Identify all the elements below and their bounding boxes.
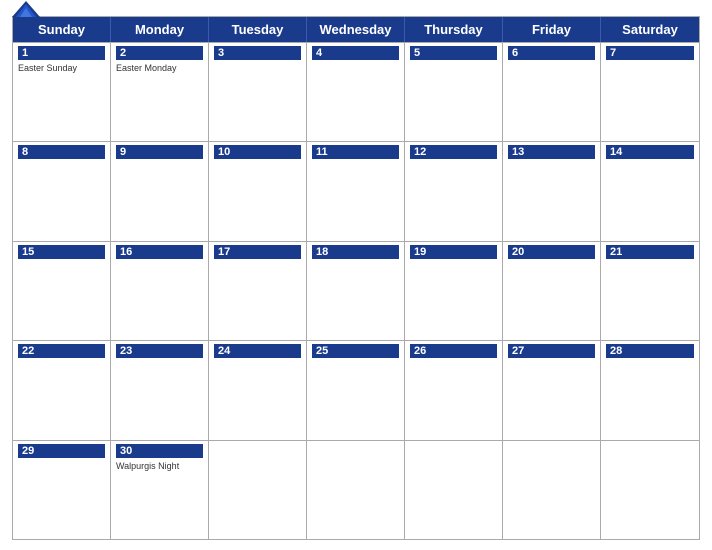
day-number: 16	[116, 245, 203, 259]
day-cell: 15	[13, 242, 111, 340]
day-cell	[307, 441, 405, 539]
day-cell: 2 Easter Monday	[111, 43, 209, 141]
day-cell: 6	[503, 43, 601, 141]
day-number: 14	[606, 145, 694, 159]
day-cell: 12	[405, 142, 503, 240]
day-header-tuesday: Tuesday	[209, 17, 307, 42]
week-row: 29 30 Walpurgis Night	[13, 440, 699, 539]
day-header-friday: Friday	[503, 17, 601, 42]
day-cell	[405, 441, 503, 539]
day-number: 22	[18, 344, 105, 358]
day-cell	[503, 441, 601, 539]
day-cell: 24	[209, 341, 307, 439]
day-number: 12	[410, 145, 497, 159]
day-number: 23	[116, 344, 203, 358]
day-cell: 18	[307, 242, 405, 340]
day-cell: 28	[601, 341, 699, 439]
day-cell: 25	[307, 341, 405, 439]
day-cell: 23	[111, 341, 209, 439]
day-number: 27	[508, 344, 595, 358]
day-cell: 3	[209, 43, 307, 141]
day-number: 28	[606, 344, 694, 358]
day-number: 4	[312, 46, 399, 60]
day-number: 24	[214, 344, 301, 358]
holiday-label: Easter Monday	[116, 63, 203, 74]
day-number: 29	[18, 444, 105, 458]
logo	[12, 0, 43, 21]
day-cell: 13	[503, 142, 601, 240]
week-row: 1 Easter Sunday 2 Easter Monday 34567	[13, 42, 699, 141]
page: SundayMondayTuesdayWednesdayThursdayFrid…	[0, 0, 712, 550]
day-cell: 5	[405, 43, 503, 141]
day-cell: 8	[13, 142, 111, 240]
day-cell: 7	[601, 43, 699, 141]
day-number: 20	[508, 245, 595, 259]
day-cell	[601, 441, 699, 539]
day-number: 6	[508, 46, 595, 60]
day-cell: 19	[405, 242, 503, 340]
day-cell: 14	[601, 142, 699, 240]
day-header-thursday: Thursday	[405, 17, 503, 42]
day-header-saturday: Saturday	[601, 17, 699, 42]
day-number: 26	[410, 344, 497, 358]
day-number: 17	[214, 245, 301, 259]
day-cell: 27	[503, 341, 601, 439]
day-number: 3	[214, 46, 301, 60]
day-cell: 10	[209, 142, 307, 240]
logo-icon	[12, 0, 40, 21]
day-number: 1	[18, 46, 105, 60]
weeks-container: 1 Easter Sunday 2 Easter Monday 34567 89 10 11 1…	[13, 42, 699, 539]
day-number: 18	[312, 245, 399, 259]
day-number: 7	[606, 46, 694, 60]
day-cell: 22	[13, 341, 111, 439]
day-number: 19	[410, 245, 497, 259]
day-cell: 4	[307, 43, 405, 141]
day-header-monday: Monday	[111, 17, 209, 42]
day-number: 11	[312, 145, 399, 159]
day-headers-row: SundayMondayTuesdayWednesdayThursdayFrid…	[13, 17, 699, 42]
day-cell: 30 Walpurgis Night	[111, 441, 209, 539]
week-row: 15 16 17 18 19 20 21	[13, 241, 699, 340]
calendar: SundayMondayTuesdayWednesdayThursdayFrid…	[12, 16, 700, 540]
day-number: 5	[410, 46, 497, 60]
day-header-wednesday: Wednesday	[307, 17, 405, 42]
day-cell: 1 Easter Sunday	[13, 43, 111, 141]
day-cell: 16	[111, 242, 209, 340]
day-number: 8	[18, 145, 105, 159]
day-cell: 26	[405, 341, 503, 439]
day-number: 13	[508, 145, 595, 159]
day-number: 15	[18, 245, 105, 259]
day-cell	[209, 441, 307, 539]
day-cell: 21	[601, 242, 699, 340]
holiday-label: Easter Sunday	[18, 63, 105, 74]
holiday-label: Walpurgis Night	[116, 461, 203, 472]
day-number: 21	[606, 245, 694, 259]
day-cell: 29	[13, 441, 111, 539]
day-number: 10	[214, 145, 301, 159]
day-number: 9	[116, 145, 203, 159]
day-number: 30	[116, 444, 203, 458]
week-row: 89 10 11 12 13 14	[13, 141, 699, 240]
day-number: 25	[312, 344, 399, 358]
week-row: 22 23 24 25 26 27 28	[13, 340, 699, 439]
day-cell: 17	[209, 242, 307, 340]
day-number: 2	[116, 46, 203, 60]
day-cell: 20	[503, 242, 601, 340]
day-cell: 9	[111, 142, 209, 240]
day-cell: 11	[307, 142, 405, 240]
